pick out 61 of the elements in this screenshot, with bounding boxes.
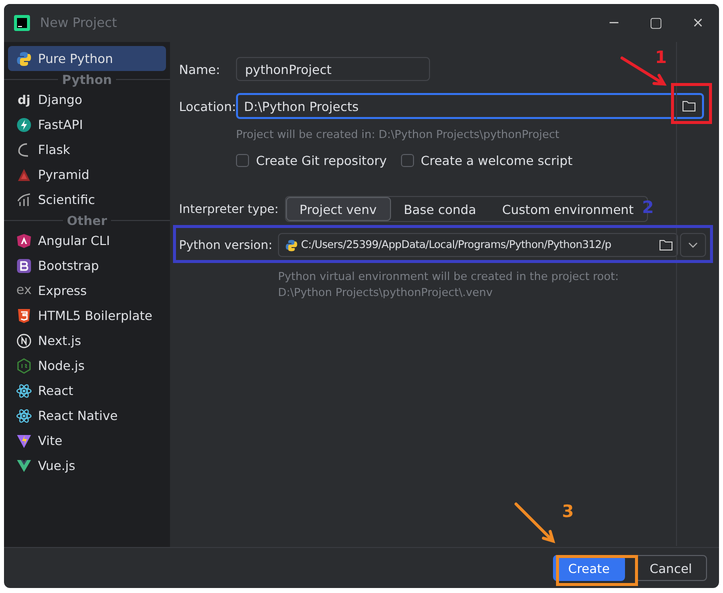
interpreter-tab[interactable]: Project venv [286, 197, 391, 221]
section-header: Other [66, 212, 108, 228]
step-number: 2 [642, 198, 654, 218]
checkbox-label: Create a welcome script [420, 152, 572, 168]
field-label: Python version: [179, 238, 274, 252]
step-number: 1 [655, 48, 667, 68]
atom-icon [16, 382, 32, 398]
sidebar-item[interactable]: Vite [8, 428, 166, 453]
field-label: Location: [179, 98, 236, 114]
checkbox[interactable] [236, 154, 249, 166]
v-icon [16, 458, 32, 474]
logo-icon: ex [16, 283, 32, 298]
lightning-circle-icon [16, 116, 32, 132]
maximize-button[interactable]: ▢ [635, 4, 677, 42]
sidebar-item[interactable]: Node.js [8, 353, 166, 378]
folder-icon [659, 239, 673, 251]
sidebar-item[interactable]: Vue.js [8, 453, 166, 478]
n-circle-icon [16, 332, 32, 348]
app-logo-icon [14, 15, 30, 31]
step-number: 3 [562, 502, 574, 522]
pyramid-icon [16, 166, 32, 182]
sidebar-item[interactable]: React Native [8, 403, 166, 428]
hint-text: Python virtual environment will be created in the project root: D:\Python Projects\pythonProject\.venv [278, 269, 620, 301]
logo-icon: dj [18, 92, 30, 106]
chevron-down-icon [688, 242, 698, 248]
interpreter-tab[interactable]: Base conda [390, 197, 490, 221]
checkbox[interactable] [400, 154, 414, 166]
close-button[interactable]: × [677, 4, 719, 42]
dropdown-button[interactable] [680, 233, 706, 257]
field-label: Interpreter type: [179, 202, 280, 216]
minimize-button[interactable]: − [593, 4, 635, 42]
python-icon [285, 238, 298, 252]
sidebar-item[interactable]: Pyramid [8, 162, 166, 187]
sidebar-item[interactable]: Bootstrap [8, 253, 166, 278]
bolt-icon [16, 432, 32, 448]
name-field[interactable]: pythonProject [236, 57, 430, 81]
sidebar-item[interactable]: Flask [8, 137, 166, 162]
chart-icon [16, 192, 32, 208]
folder-icon [682, 100, 696, 112]
checkbox-label: Create Git repository [256, 152, 387, 168]
atom-icon [16, 408, 32, 424]
b-square-icon [16, 258, 32, 274]
hint-text: Project will be created in: D:\Python Projects\pythonProject [236, 128, 560, 141]
sidebar-item[interactable]: Pure Python [8, 46, 166, 71]
sidebar-item[interactable]: ex Express [8, 278, 166, 303]
python-version-field[interactable]: C:/Users/25399/AppData/Local/Programs/Python/Python312/p [278, 233, 678, 257]
arrow [514, 502, 556, 544]
sidebar-item[interactable]: React [8, 378, 166, 403]
sidebar-item[interactable]: Angular CLI [8, 228, 166, 253]
shield-icon [16, 232, 32, 248]
html5-icon [16, 308, 32, 324]
sidebar-item[interactable]: Scientific [8, 187, 166, 212]
python-icon [16, 50, 32, 66]
sidebar-item[interactable]: Next.js [8, 328, 166, 353]
sidebar-item[interactable]: dj Django [8, 87, 166, 112]
field-label: Name: [179, 62, 222, 76]
window-title: New Project [40, 16, 117, 30]
sidebar-item[interactable]: FastAPI [8, 112, 166, 137]
sidebar-item[interactable]: HTML5 Boilerplate [8, 303, 166, 328]
hexagon-icon [16, 358, 32, 374]
section-header: Python [62, 72, 112, 86]
